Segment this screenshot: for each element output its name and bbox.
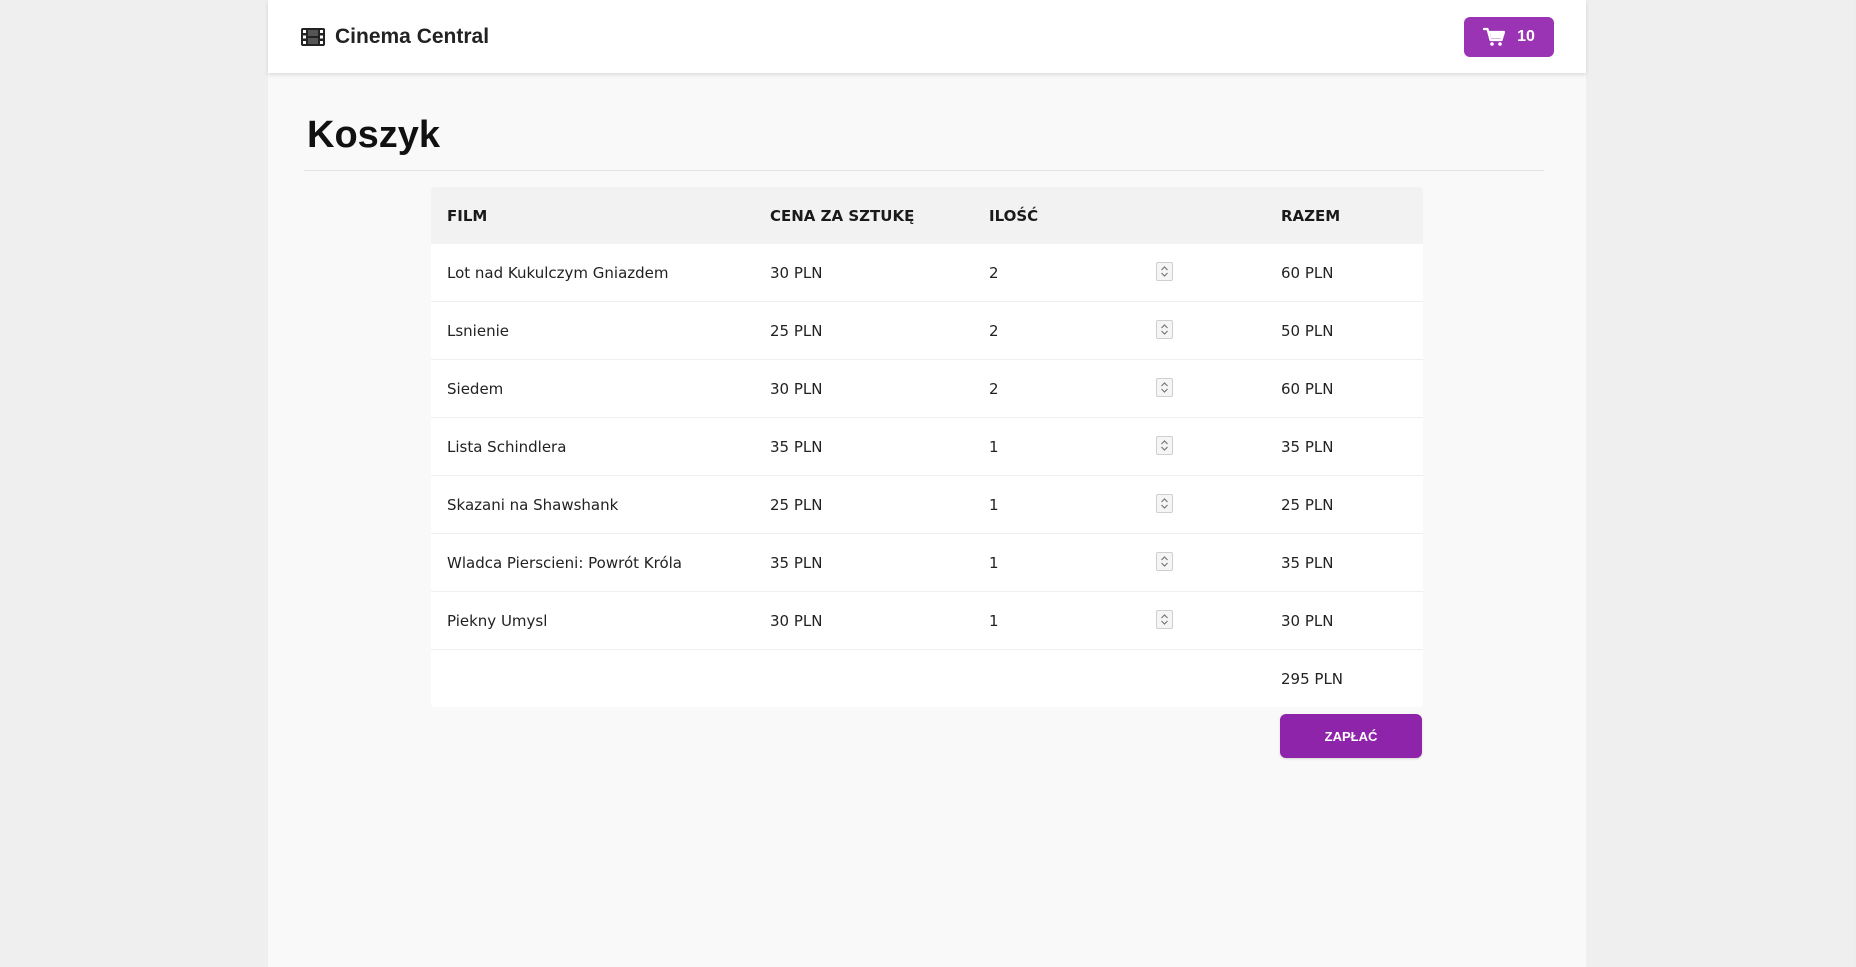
quantity-value[interactable]: 1 bbox=[989, 438, 999, 456]
film-title: Skazani na Shawshank bbox=[447, 495, 619, 514]
stepper-arrows-icon bbox=[1161, 266, 1168, 277]
table-row: Lsnienie 25 PLN 2 50 PLN bbox=[431, 302, 1423, 360]
unit-price: 30 PLN bbox=[770, 263, 823, 282]
table-row: Siedem 30 PLN 2 60 PLN bbox=[431, 360, 1423, 418]
row-total: 60 PLN bbox=[1281, 263, 1334, 282]
quantity-input[interactable]: 1 bbox=[989, 494, 1195, 514]
quantity-stepper[interactable] bbox=[1156, 494, 1173, 513]
top-navbar: Cinema Central 10 bbox=[268, 0, 1586, 73]
stepper-arrows-icon bbox=[1161, 498, 1168, 509]
film-title: Piekny Umysl bbox=[447, 611, 548, 630]
quantity-input[interactable]: 2 bbox=[989, 378, 1195, 398]
row-total: 60 PLN bbox=[1281, 379, 1334, 398]
stepper-arrows-icon bbox=[1161, 324, 1168, 335]
column-header-total: RAZEM bbox=[1281, 206, 1341, 225]
page-title: Koszyk bbox=[307, 114, 441, 156]
stepper-arrows-icon bbox=[1161, 614, 1168, 625]
film-title: Siedem bbox=[447, 379, 504, 398]
unit-price: 35 PLN bbox=[770, 437, 823, 456]
row-total: 50 PLN bbox=[1281, 321, 1334, 340]
cart-count-badge: 10 bbox=[1517, 28, 1535, 45]
film-title: Lsnienie bbox=[447, 321, 509, 340]
quantity-stepper[interactable] bbox=[1156, 552, 1173, 571]
quantity-input[interactable]: 1 bbox=[989, 552, 1195, 572]
quantity-stepper[interactable] bbox=[1156, 378, 1173, 397]
table-row: Skazani na Shawshank 25 PLN 1 25 PLN bbox=[431, 476, 1423, 534]
brand-name[interactable]: Cinema Central bbox=[335, 25, 489, 49]
row-total: 35 PLN bbox=[1281, 553, 1334, 572]
film-title: Lista Schindlera bbox=[447, 437, 567, 456]
brand-link[interactable]: Cinema Central bbox=[301, 25, 489, 49]
grand-total-row: 295 PLN bbox=[431, 650, 1423, 707]
row-total: 35 PLN bbox=[1281, 437, 1334, 456]
unit-price: 25 PLN bbox=[770, 495, 823, 514]
quantity-value[interactable]: 2 bbox=[989, 380, 999, 398]
quantity-stepper[interactable] bbox=[1156, 436, 1173, 455]
film-icon bbox=[301, 28, 325, 46]
quantity-input[interactable]: 2 bbox=[989, 262, 1195, 282]
page-container: Cinema Central 10 Koszyk FILM CENA ZA SZ… bbox=[268, 0, 1586, 967]
cart-button[interactable]: 10 bbox=[1464, 17, 1554, 57]
table-row: Lista Schindlera 35 PLN 1 35 PLN bbox=[431, 418, 1423, 476]
cart-table: FILM CENA ZA SZTUKĘ ILOŚĆ RAZEM Lot nad … bbox=[431, 187, 1423, 707]
quantity-input[interactable]: 2 bbox=[989, 320, 1195, 340]
quantity-value[interactable]: 2 bbox=[989, 322, 999, 340]
title-divider bbox=[304, 170, 1544, 171]
shopping-cart-icon bbox=[1483, 27, 1506, 46]
table-row: Piekny Umysl 30 PLN 1 30 PLN bbox=[431, 592, 1423, 650]
grand-total: 295 PLN bbox=[1281, 669, 1344, 688]
column-header-quantity: ILOŚĆ bbox=[989, 206, 1039, 225]
unit-price: 25 PLN bbox=[770, 321, 823, 340]
table-header-row: FILM CENA ZA SZTUKĘ ILOŚĆ RAZEM bbox=[431, 187, 1423, 244]
quantity-value[interactable]: 1 bbox=[989, 554, 999, 572]
column-header-film: FILM bbox=[447, 206, 488, 225]
quantity-input[interactable]: 1 bbox=[989, 436, 1195, 456]
pay-button[interactable]: ZAPŁAĆ bbox=[1280, 714, 1422, 758]
column-header-price: CENA ZA SZTUKĘ bbox=[770, 206, 915, 225]
quantity-value[interactable]: 1 bbox=[989, 612, 999, 630]
row-total: 25 PLN bbox=[1281, 495, 1334, 514]
film-title: Wladca Pierscieni: Powrót Króla bbox=[447, 553, 682, 572]
stepper-arrows-icon bbox=[1161, 440, 1168, 451]
film-title: Lot nad Kukulczym Gniazdem bbox=[447, 263, 669, 282]
row-total: 30 PLN bbox=[1281, 611, 1334, 630]
table-row: Lot nad Kukulczym Gniazdem 30 PLN 2 60 P… bbox=[431, 244, 1423, 302]
stepper-arrows-icon bbox=[1161, 382, 1168, 393]
unit-price: 35 PLN bbox=[770, 553, 823, 572]
quantity-stepper[interactable] bbox=[1156, 262, 1173, 281]
unit-price: 30 PLN bbox=[770, 611, 823, 630]
quantity-value[interactable]: 2 bbox=[989, 264, 999, 282]
quantity-stepper[interactable] bbox=[1156, 320, 1173, 339]
quantity-value[interactable]: 1 bbox=[989, 496, 999, 514]
quantity-stepper[interactable] bbox=[1156, 610, 1173, 629]
table-row: Wladca Pierscieni: Powrót Króla 35 PLN 1… bbox=[431, 534, 1423, 592]
quantity-input[interactable]: 1 bbox=[989, 610, 1195, 630]
unit-price: 30 PLN bbox=[770, 379, 823, 398]
stepper-arrows-icon bbox=[1161, 556, 1168, 567]
